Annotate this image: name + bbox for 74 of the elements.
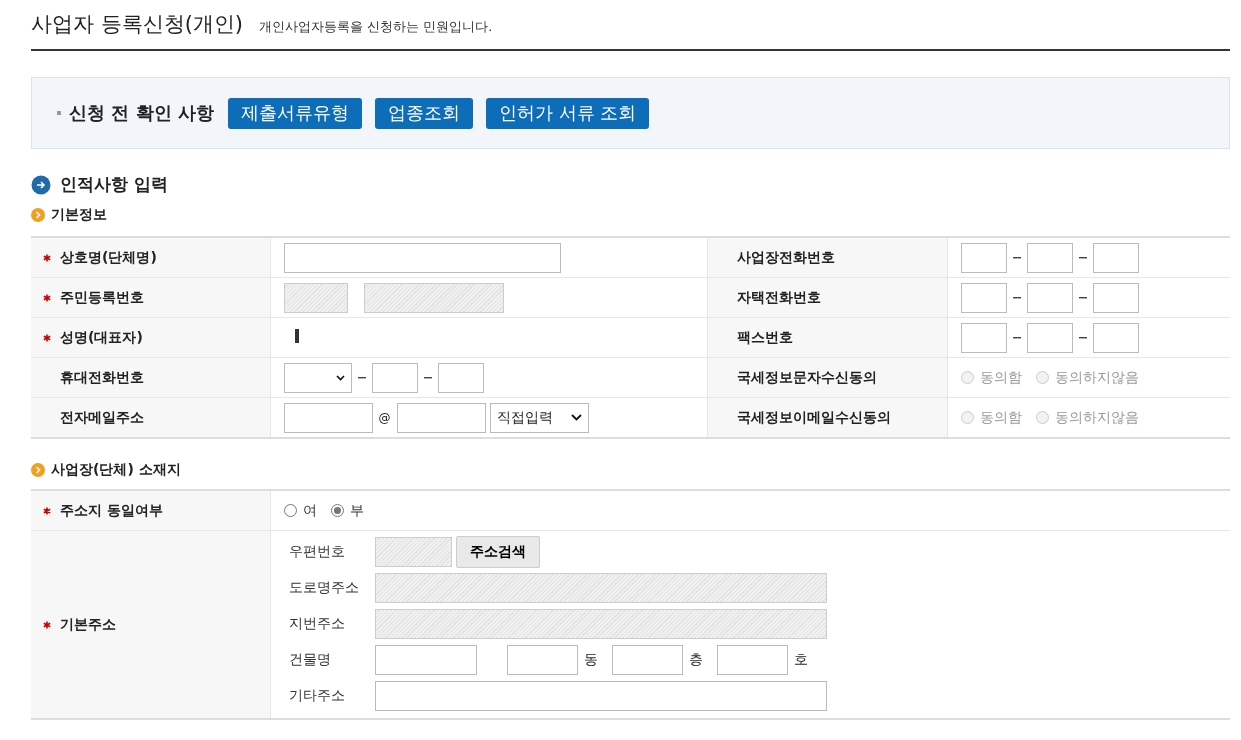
radio-button[interactable] [330, 504, 344, 517]
input-field[interactable] [283, 402, 373, 433]
field-label: 사업장전화번호 [737, 248, 836, 265]
input-field[interactable] [1093, 282, 1140, 313]
unit-field[interactable] [611, 645, 683, 675]
field-label: 주소지 동일여부 [60, 501, 163, 518]
field-label: 상호명(단체명) [60, 248, 157, 265]
subsection-title: 사업장(단체) 소재지 [51, 461, 181, 479]
field-label: 휴대전화번호 [60, 368, 144, 385]
bullet-icon [57, 111, 61, 115]
field-label: 기본주소 [60, 615, 116, 632]
field-label: 자택전화번호 [737, 288, 822, 305]
radio-label: 동의함 [980, 408, 1023, 427]
input-field[interactable] [1093, 322, 1140, 353]
radio-label: 여 [302, 501, 317, 520]
unit-label: 호 [793, 651, 808, 669]
field-label: 팩스번호 [737, 328, 794, 345]
address-search-button[interactable]: 주소검색 [455, 536, 540, 568]
unit-field[interactable] [716, 645, 788, 675]
subsection-title: 기본정보 [51, 206, 107, 224]
lookup-button[interactable]: 업종조회 [374, 97, 473, 129]
precheck-label: 신청 전 확인 사항 [69, 101, 214, 125]
unit-field[interactable] [506, 645, 578, 675]
input-field[interactable] [1093, 242, 1140, 273]
chevron-circle-icon [31, 463, 45, 477]
at-sign: @ [378, 410, 391, 425]
input-field[interactable] [371, 362, 418, 393]
building-field[interactable] [374, 645, 477, 675]
radio-label: 동의함 [980, 368, 1023, 387]
dash-icon [1013, 296, 1022, 299]
radio-label: 부 [349, 501, 364, 520]
radio-label: 동의하지않음 [1055, 408, 1140, 427]
dash-icon [1013, 336, 1022, 339]
input-field[interactable] [437, 362, 484, 393]
field-label: 전자메일주소 [60, 408, 144, 425]
address-label: 도로명주소 [288, 579, 360, 597]
address-label: 건물명 [288, 651, 332, 669]
dash-icon [1079, 296, 1088, 299]
dash-icon [423, 376, 432, 379]
domain-select[interactable]: 직접입력 [489, 402, 589, 433]
unit-label: 층 [688, 651, 703, 669]
input-field[interactable] [1027, 322, 1074, 353]
page-title: 사업자 등록신청(개인) [31, 11, 244, 38]
address-label: 우편번호 [288, 543, 346, 561]
dash-icon [1079, 336, 1088, 339]
section-title: 인적사항 입력 [60, 173, 168, 196]
radio-button[interactable] [283, 504, 297, 517]
dash-icon [357, 376, 366, 379]
input-field[interactable] [283, 242, 561, 273]
field-label: 국세정보문자수신동의 [737, 368, 878, 385]
chevron-circle-icon [31, 208, 45, 222]
unit-label: 동 [583, 651, 598, 669]
input-field[interactable] [396, 402, 486, 433]
chevron-down-icon [335, 374, 345, 381]
address-label: 기타주소 [288, 687, 346, 705]
input-field[interactable] [1027, 242, 1074, 273]
radio-label: 동의하지않음 [1055, 368, 1140, 387]
prefix-select[interactable] [283, 362, 352, 393]
input-field[interactable] [961, 282, 1008, 313]
field-label: 주민등록번호 [60, 288, 144, 305]
lookup-button[interactable]: 인허가 서류 조회 [485, 97, 650, 129]
input-field[interactable] [961, 242, 1008, 273]
input-field[interactable] [1027, 282, 1074, 313]
arrow-circle-icon [31, 174, 51, 195]
dash-icon [1013, 256, 1022, 259]
lookup-button[interactable]: 제출서류유형 [227, 97, 362, 129]
address-field[interactable] [374, 681, 827, 711]
input-field[interactable] [961, 322, 1008, 353]
address-label: 지번주소 [288, 615, 346, 633]
field-label: 국세정보이메일수신동의 [737, 408, 892, 425]
dash-icon [1079, 256, 1088, 259]
field-label: 성명(대표자) [60, 328, 143, 345]
page-subtitle: 개인사업자등록을 신청하는 민원입니다. [259, 18, 493, 36]
chevron-down-icon [570, 414, 582, 421]
